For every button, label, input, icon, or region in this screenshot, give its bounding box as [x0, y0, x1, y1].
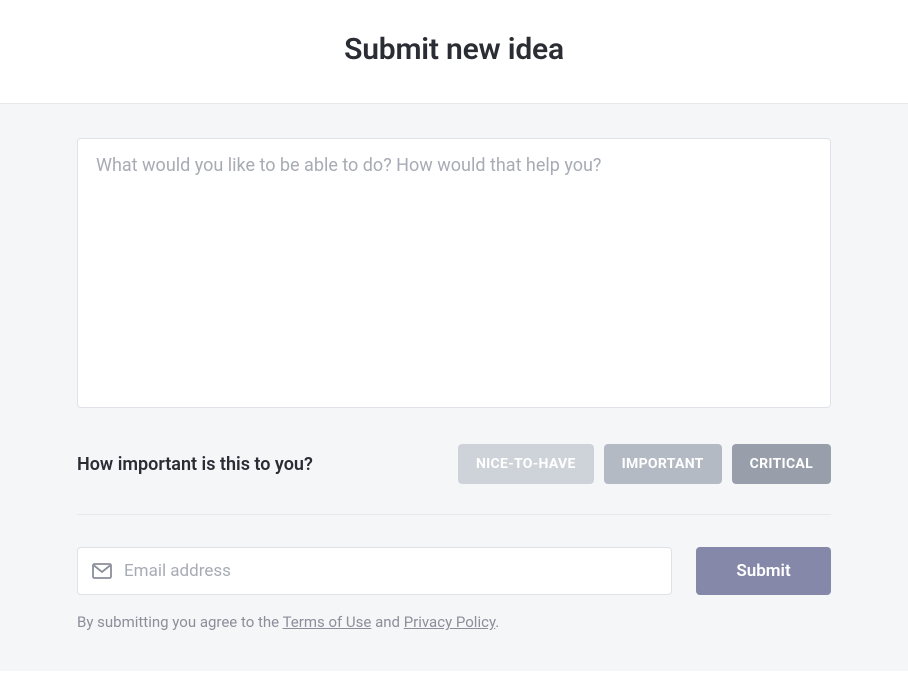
importance-row: How important is this to you? NICE-TO-HA…	[77, 444, 831, 515]
form-area: How important is this to you? NICE-TO-HA…	[0, 104, 908, 671]
importance-important-button[interactable]: IMPORTANT	[604, 444, 722, 484]
importance-label: How important is this to you?	[77, 454, 313, 475]
page-title: Submit new idea	[0, 32, 908, 67]
idea-textarea[interactable]	[77, 138, 831, 408]
disclaimer-suffix: .	[495, 613, 499, 631]
importance-critical-button[interactable]: CRITICAL	[732, 444, 831, 484]
privacy-policy-link[interactable]: Privacy Policy	[404, 613, 496, 631]
mail-icon	[92, 563, 112, 579]
terms-of-use-link[interactable]: Terms of Use	[283, 613, 372, 631]
email-input[interactable]	[124, 548, 657, 594]
email-field-wrapper	[77, 547, 672, 595]
submit-row: Submit	[77, 547, 831, 595]
disclaimer-middle: and	[371, 613, 403, 631]
disclaimer-prefix: By submitting you agree to the	[77, 613, 283, 631]
disclaimer: By submitting you agree to the Terms of …	[77, 613, 831, 631]
page-header: Submit new idea	[0, 0, 908, 104]
importance-buttons: NICE-TO-HAVE IMPORTANT CRITICAL	[458, 444, 831, 484]
importance-nice-to-have-button[interactable]: NICE-TO-HAVE	[458, 444, 594, 484]
submit-button[interactable]: Submit	[696, 547, 831, 595]
